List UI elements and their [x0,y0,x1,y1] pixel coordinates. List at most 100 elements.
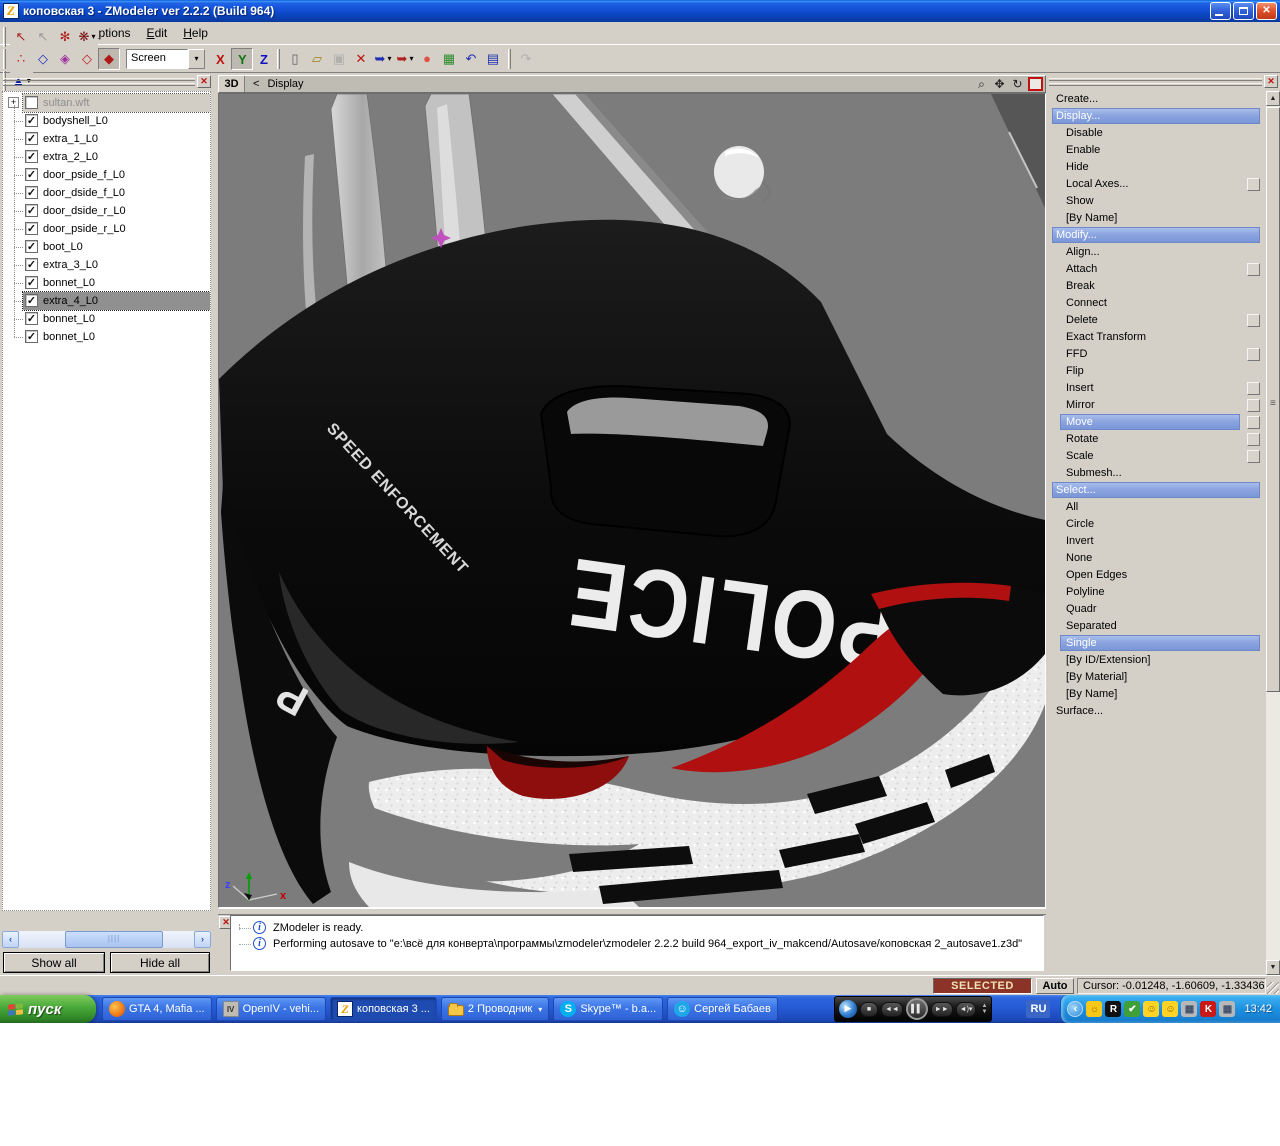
checkbox[interactable]: ✓ [25,150,38,163]
command-separated[interactable]: Separated [1046,618,1266,635]
show-all-button[interactable]: Show all [3,952,105,973]
polygons-level-icon[interactable]: ◈ [54,48,76,70]
redo-icon[interactable]: ↷ [515,48,537,70]
delete-icon[interactable]: ✕ [350,48,372,70]
scroll-right-icon[interactable]: › [194,931,211,948]
stop-button[interactable]: ■ [860,1002,878,1017]
start-button[interactable]: пуск [0,995,96,1023]
command-all[interactable]: All [1046,499,1266,516]
checkbox[interactable]: ✓ [25,204,38,217]
command-select[interactable]: Select... [1046,482,1266,499]
antivirus-status-icon[interactable]: ✔ [1124,1001,1140,1017]
animation-tool-icon[interactable]: ✻ [54,26,76,48]
pan-icon[interactable]: ✥ [992,77,1007,91]
command-break[interactable]: Break [1046,278,1266,295]
command-single[interactable]: Single [1046,635,1266,652]
command-by-material[interactable]: [By Material] [1046,669,1266,686]
edges-level-icon[interactable]: ◇ [32,48,54,70]
checkbox[interactable] [1247,314,1260,327]
bones-setup-tool-icon[interactable]: ❋▾ [76,26,98,48]
maximize-viewport-button[interactable] [1028,77,1043,91]
task-button-сергей-бабаев[interactable]: ☺Сергей Бабаев [667,997,778,1021]
command-enable[interactable]: Enable [1046,142,1266,159]
checkbox[interactable] [25,96,38,109]
scrollbar-thumb[interactable] [1266,107,1280,692]
rockstar-icon[interactable]: R [1105,1001,1121,1017]
dropdown-arrow-icon[interactable]: ▾ [387,54,391,63]
command-attach[interactable]: Attach [1046,261,1266,278]
tree-item-root[interactable]: + sultan.wft [23,94,210,112]
task-button-2-проводник[interactable]: 2 Проводник▾ [441,997,549,1021]
resize-grip[interactable] [1267,982,1279,994]
hide-all-button[interactable]: Hide all [110,952,210,973]
command-display[interactable]: Display... [1046,108,1266,125]
command-open-edges[interactable]: Open Edges [1046,567,1266,584]
checkbox[interactable]: ✓ [25,312,38,325]
menu-help[interactable]: Help [175,24,216,42]
pause-button[interactable]: ▌▌ [906,998,928,1020]
icq-status-icon-2[interactable]: ☺ [1162,1001,1178,1017]
command-show[interactable]: Show [1046,193,1266,210]
zoom-icon[interactable]: ⌕ [974,77,989,92]
tree-item-door-dside-f-l0[interactable]: ✓door_dside_f_L0 [23,184,210,202]
panel-close-button[interactable]: ✕ [197,75,211,88]
tray-collapse-icon[interactable]: ‹ [1067,1001,1083,1017]
command-circle[interactable]: Circle [1046,516,1266,533]
command-scale[interactable]: Scale [1046,448,1266,465]
checkbox[interactable]: ✓ [25,258,38,271]
media-player-logo-icon[interactable]: ▶ [839,1000,857,1018]
checkbox[interactable]: ✓ [25,276,38,289]
commands-scrollbar[interactable]: ▲ ▼ [1266,91,1280,975]
select-add-tool-icon[interactable]: ↖ [32,26,54,48]
new-file-icon[interactable]: ▯ [284,48,306,70]
tree-item-extra-4-l0[interactable]: ✓extra_4_L0 [23,292,210,310]
surfaces-level-icon[interactable]: ◇ [76,48,98,70]
checkbox[interactable] [1247,263,1260,276]
vertices-level-icon[interactable]: ∴ [10,48,32,70]
media-player-spinner[interactable]: ▲▼ [979,1003,987,1015]
scrollbar-thumb[interactable] [65,931,163,948]
kaspersky-icon[interactable]: K [1200,1001,1216,1017]
log-window-icon[interactable]: ▤ [482,48,504,70]
checkbox[interactable] [1247,433,1260,446]
viewport-mode-button[interactable]: 3D [219,76,245,92]
orbit-icon[interactable]: ↻ [1010,77,1025,91]
messenger-icon[interactable]: ☼ [1086,1001,1102,1017]
tree-item-boot-l0[interactable]: ✓boot_L0 [23,238,210,256]
language-indicator[interactable]: RU [1026,1000,1050,1018]
select-move-tool-icon[interactable]: ↖ [10,26,32,48]
checkbox[interactable]: ✓ [25,294,38,307]
checkbox[interactable]: ✓ [25,330,38,343]
previous-button[interactable]: ◄◄ [881,1002,903,1017]
scrollbar-track[interactable] [19,931,194,948]
restore-button[interactable] [1233,2,1254,20]
scroll-up-icon[interactable]: ▲ [1266,91,1280,106]
command-connect[interactable]: Connect [1046,295,1266,312]
command-delete[interactable]: Delete [1046,312,1266,329]
menu-edit[interactable]: Edit [139,24,176,42]
tree-item-extra-2-l0[interactable]: ✓extra_2_L0 [23,148,210,166]
next-button[interactable]: ►► [931,1002,953,1017]
axis-constraint-y[interactable]: Y [231,48,253,70]
log-splitter[interactable] [218,908,1046,915]
checkbox[interactable]: ✓ [25,168,38,181]
checkbox[interactable] [1247,399,1260,412]
dropdown-arrow-icon[interactable]: ▾ [409,54,413,63]
command-hide[interactable]: Hide [1046,159,1266,176]
command-create[interactable]: Create... [1046,91,1266,108]
command-disable[interactable]: Disable [1046,125,1266,142]
task-button-openiv-vehi[interactable]: IVOpenIV - vehi... [216,997,326,1021]
command-none[interactable]: None [1046,550,1266,567]
chevron-down-icon[interactable]: ▾ [188,49,205,69]
tree-item-door-pside-f-l0[interactable]: ✓door_pside_f_L0 [23,166,210,184]
command-by-name[interactable]: [By Name] [1046,686,1266,703]
command-insert[interactable]: Insert [1046,380,1266,397]
task-button-gta-4-mafia[interactable]: GTA 4, Mafia ... [102,997,212,1021]
command-invert[interactable]: Invert [1046,533,1266,550]
close-button[interactable]: ✕ [1256,2,1277,20]
command-local-axes[interactable]: Local Axes... [1046,176,1266,193]
texture-browser-icon[interactable]: ▦ [438,48,460,70]
scene-tree-panel-header[interactable]: ✕ [0,75,213,90]
checkbox[interactable]: ✓ [25,132,38,145]
command-by-name[interactable]: [By Name] [1046,210,1266,227]
